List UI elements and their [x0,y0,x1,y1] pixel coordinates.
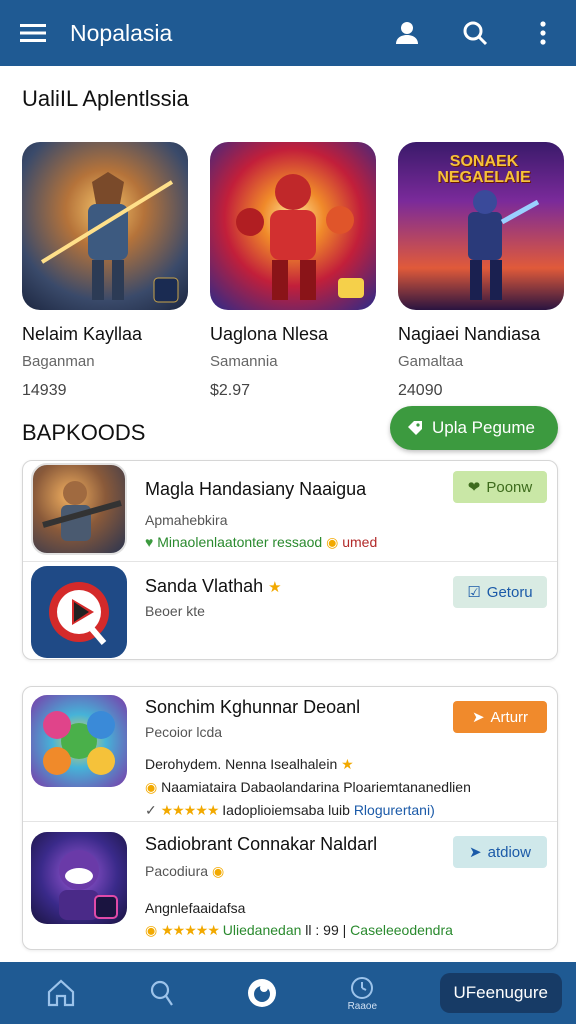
item-desc: Angnlefaaidafsa [145,900,246,916]
search-icon[interactable] [460,18,490,48]
menu-icon[interactable] [18,18,48,48]
list-item[interactable]: Sonchim Kghunnar Deoanl Pecoior lcda Der… [23,687,557,821]
more-vert-icon[interactable] [528,18,558,48]
action-button[interactable]: ☑ Getoru [453,576,547,608]
featured-name: Nelaim Kayllaa [22,324,143,344]
app-icon [31,463,127,555]
action-button[interactable]: ➤ atdiow [453,836,547,868]
bottom-nav: Raaoe UFeenugure [0,962,576,1024]
game-art [210,142,376,310]
featured-name: Uaglona Nlesa [210,324,329,344]
home-icon [48,979,75,1007]
heart-icon: ❤ [467,479,481,496]
featured-category: Baganman [22,353,95,370]
section-heading: BAPKOODS [22,420,146,445]
action-button[interactable]: ❤ Poonw [453,471,547,503]
nav-label: Raaoe [347,1000,378,1012]
emoji-icon: ◉ [145,922,158,938]
app-icon [31,566,127,658]
shield-icon: ♥ [145,534,154,550]
app-list-card: Sonchim Kghunnar Deoanl Pecoior lcda Der… [22,686,558,950]
game-art: SONAEK NEGAELAIE [398,142,564,310]
item-rating: ✓ ★★★★★ Iadoplioiemsaba luib Rlogurertan… [145,802,435,818]
list-item[interactable]: Magla Handasiany Naaigua Apmahebkira ♥ M… [23,461,557,561]
list-item[interactable]: Sadiobrant Connakar Naldarl Pacodiura ◉ … [23,821,557,949]
featured-category: Gamaltaa [398,353,464,370]
tag-icon [408,421,422,435]
app-title: Nopalasia [70,19,173,46]
app-icon [31,832,127,924]
featured-card[interactable]: Uaglona Nlesa Samannia $2.97 [210,142,376,400]
featured-name: Nagiaei Nandiasa [398,324,541,344]
item-rating: ◉ ★★★★★ Uliedanedan ll : 99 | Caseleeode… [145,922,453,938]
featured-heading: UaliIL Aplentlssia [22,86,189,111]
item-status: ♥ Minaolenlaatonter ressaod ◉ umed [145,534,378,550]
nav-home[interactable] [38,968,84,1018]
star-icon: ★ [341,756,354,772]
featured-card[interactable]: SONAEK NEGAELAIE Nagiaei Nandiasa Gamalt… [398,142,564,400]
upload-button[interactable]: Upla Pegume [390,406,558,450]
featured-category: Samannia [210,353,278,370]
game-art-title: SONAEK NEGAELAIE [437,153,531,186]
item-subtitle: Apmahebkira [145,512,228,528]
paper-plane-icon: ➤ [469,844,482,861]
account-icon[interactable] [392,18,422,48]
featured-card[interactable]: Nelaim Kayllaa Baganman 14939 [22,142,188,400]
discover-icon [247,979,276,1007]
emoji-icon: ◉ [211,863,225,879]
emoji-icon: ◉ [326,534,339,550]
rating-stars: ★★★★★ [160,802,220,818]
app-list-card: Magla Handasiany Naaigua Apmahebkira ♥ M… [22,460,558,660]
timer-icon [351,976,374,999]
nav-timer[interactable]: Raaoe [339,968,385,1018]
emoji-icon: ◉ [145,779,158,795]
item-desc: ◉ Naamiataira Dabaolandarina Ploariemtan… [145,779,471,795]
star-icon: ★ [268,579,282,596]
app-icon [31,695,127,787]
checkbox-icon: ☑ [467,584,481,601]
nav-cta-button[interactable]: UFeenugure [439,973,563,1013]
featured-carousel: Nelaim Kayllaa Baganman 14939 Uaglona Nl… [22,142,564,400]
featured-price: $2.97 [210,382,251,399]
app-bar: Nopalasia [0,0,576,66]
item-link[interactable]: Rlogurertani) [354,802,435,818]
list-item[interactable]: Sanda Vlathah ★ Beoer kte ☑ Getoru [23,561,557,659]
shield-icon: ✓ [145,802,157,818]
featured-price: 14939 [22,382,67,399]
upload-button-label: Upla Pegume [432,418,536,437]
tag-icon: ➤ [471,709,485,726]
action-button[interactable]: ➤ Arturr [453,701,547,733]
item-desc: Derohydem. Nenna Isealhalein ★ [145,756,354,772]
rating-stars: ★★★★★ [161,922,220,938]
nav-discover[interactable] [239,968,285,1018]
game-art [22,142,188,310]
nav-search[interactable] [138,968,184,1018]
search-icon [150,980,173,1006]
featured-price: 24090 [398,382,443,399]
